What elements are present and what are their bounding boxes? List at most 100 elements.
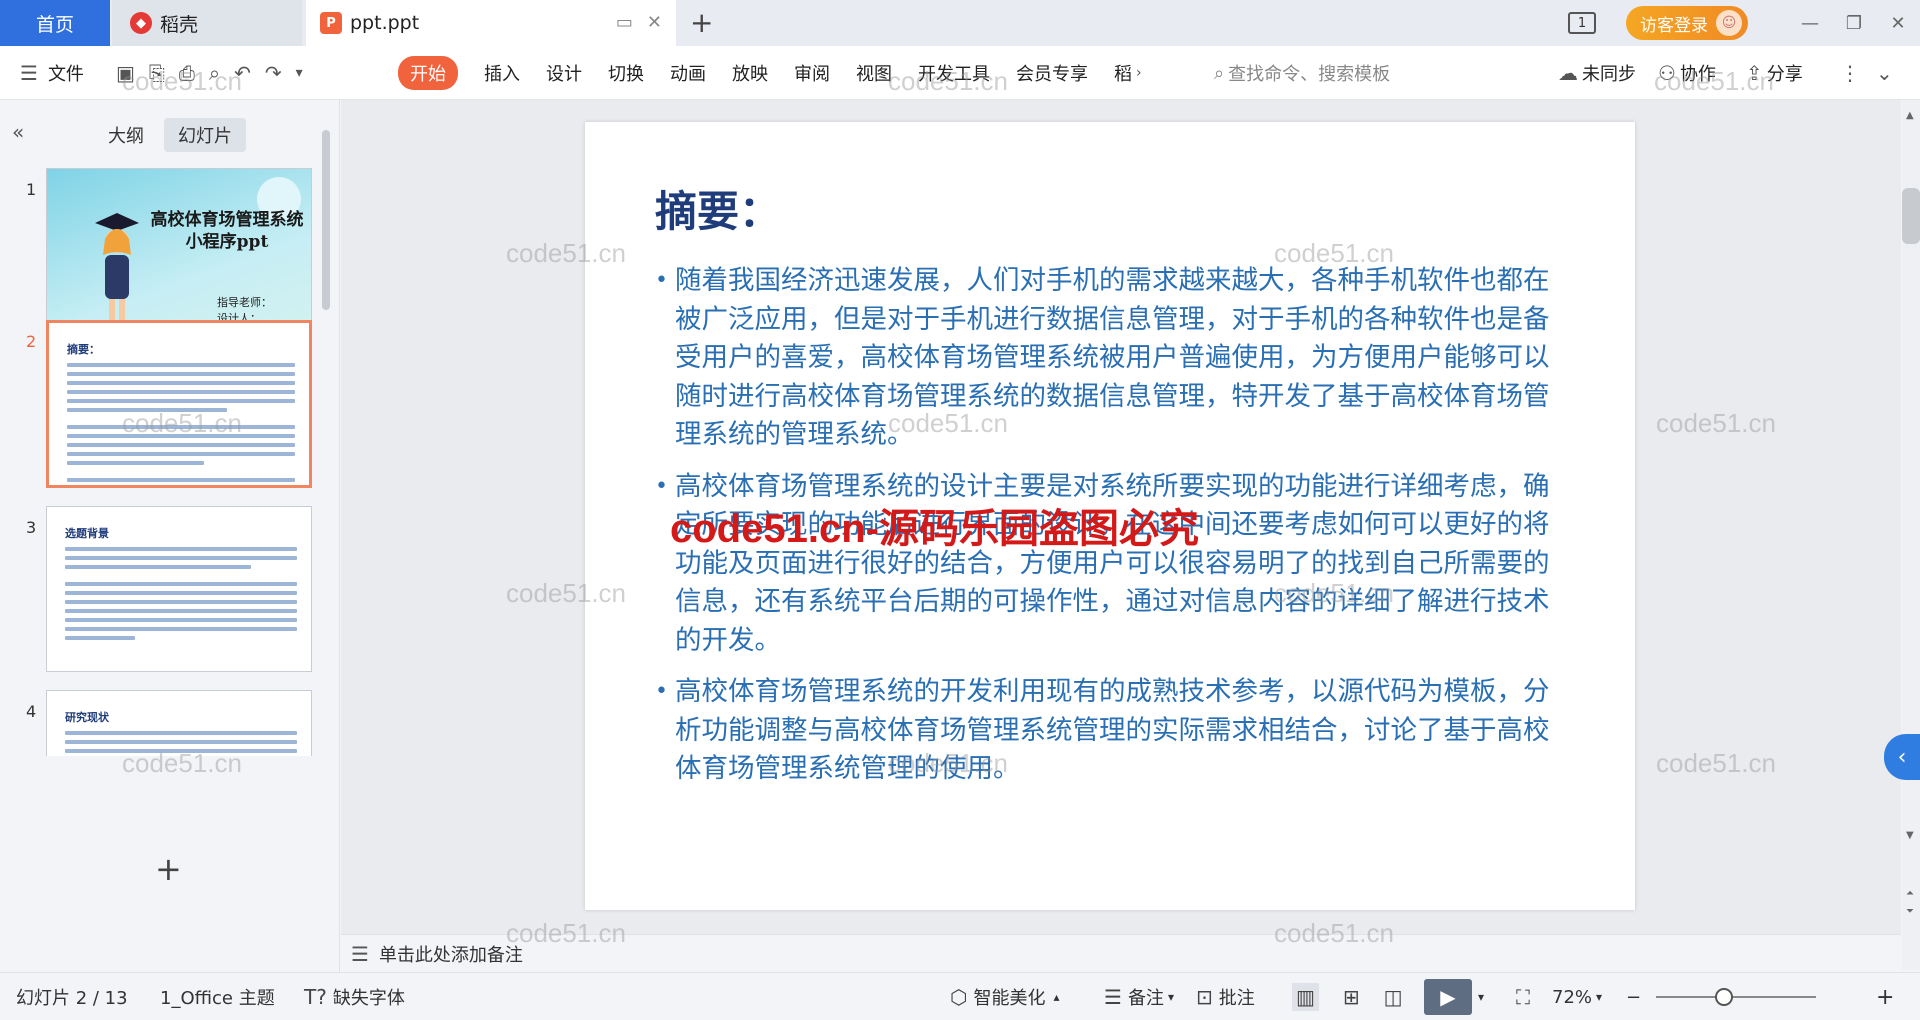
- scrollbar-thumb[interactable]: [1902, 188, 1920, 244]
- reading-view-icon[interactable]: ◫: [1384, 985, 1403, 1009]
- notes-dropdown-icon: ▾: [1167, 990, 1174, 1004]
- scroll-down-icon[interactable]: ▼: [1906, 830, 1914, 841]
- collapse-ribbon-icon[interactable]: ⌄: [1876, 46, 1893, 100]
- quick-access-dropdown-icon[interactable]: ▾: [296, 65, 303, 81]
- notes-toggle-label: 备注: [1127, 988, 1164, 1009]
- print-icon[interactable]: ⎙: [179, 61, 195, 85]
- play-dropdown-icon[interactable]: ▾: [1478, 990, 1484, 1004]
- comment-icon: ⊡: [1196, 985, 1213, 1009]
- avatar-icon: ☺: [1716, 10, 1742, 36]
- slide-title[interactable]: 摘要：: [655, 178, 781, 239]
- menu-tab-docer[interactable]: 稻: [1114, 60, 1132, 86]
- login-button[interactable]: 访客登录 ☺: [1626, 6, 1748, 40]
- play-slideshow-button[interactable]: ▶: [1424, 979, 1472, 1015]
- login-label: 访客登录: [1640, 15, 1708, 36]
- sync-status[interactable]: ☁ 未同步: [1558, 46, 1636, 100]
- zoom-slider[interactable]: [1656, 996, 1816, 998]
- zoom-slider-handle[interactable]: [1715, 988, 1733, 1006]
- undo-icon[interactable]: ↶: [234, 61, 251, 85]
- cloud-icon: ☁: [1558, 61, 1578, 85]
- title-bar: 首页 ◆ 稻壳 P ppt.ppt ▭ ✕ + 1 访客登录 ☺ — ❐ ✕: [0, 0, 1920, 46]
- bullet-item: 随着我国经济迅速发展，人们对手机的需求越来越大，各种手机软件也都在被广泛应用，但…: [655, 262, 1555, 455]
- beautify-label: 智能美化: [973, 988, 1046, 1009]
- notes-list-icon: ☰: [1104, 985, 1122, 1009]
- new-tab-button[interactable]: +: [690, 6, 713, 39]
- panel-scrollbar[interactable]: [322, 130, 330, 310]
- missing-font-button[interactable]: T? 缺失字体: [304, 973, 405, 1020]
- menu-tab-animation[interactable]: 动画: [670, 60, 706, 86]
- thumbnail-text-lines: [65, 547, 297, 645]
- restore-icon[interactable]: ❐: [1832, 13, 1876, 34]
- zoom-in-icon[interactable]: +: [1876, 973, 1894, 1020]
- close-tab-icon[interactable]: ✕: [647, 12, 662, 33]
- notes-toggle-button[interactable]: ☰ 备注 ▾: [1104, 973, 1174, 1020]
- graduate-illustration: [95, 213, 139, 321]
- zoom-out-icon[interactable]: −: [1626, 973, 1641, 1020]
- tab-outline[interactable]: 大纲: [94, 118, 158, 152]
- menu-tab-member[interactable]: 会员专享: [1016, 60, 1088, 86]
- tab-docer[interactable]: ◆ 稻壳: [112, 0, 302, 46]
- slide-counter: 幻灯片 2 / 13: [16, 988, 128, 1009]
- menu-tab-transition[interactable]: 切换: [608, 60, 644, 86]
- slide-thumbnail-2[interactable]: 摘要：: [46, 320, 312, 488]
- menu-tab-developer[interactable]: 开发工具: [918, 60, 990, 86]
- menu-tab-slideshow[interactable]: 放映: [732, 60, 768, 86]
- menu-tab-home[interactable]: 开始: [398, 56, 458, 90]
- bullet-item: 高校体育场管理系统的开发利用现有的成熟技术参考，以源代码为模板，分析功能调整与高…: [655, 673, 1555, 789]
- scroll-up-icon[interactable]: ▲: [1906, 110, 1914, 121]
- tab-document-label: ppt.ppt: [350, 12, 420, 34]
- prev-slide-icon[interactable]: ⏶: [1906, 888, 1914, 899]
- missing-font-label: 缺失字体: [332, 988, 405, 1009]
- export-pdf-icon[interactable]: ⎘: [149, 61, 165, 85]
- play-icon: ▶: [1440, 985, 1456, 1009]
- zoom-level[interactable]: 72% ▾: [1552, 973, 1602, 1020]
- slide-canvas[interactable]: 摘要： 随着我国经济迅速发展，人们对手机的需求越来越大，各种手机软件也都在被广泛…: [585, 122, 1635, 910]
- collaborate-label: 协作: [1679, 64, 1716, 85]
- share-icon: ⇪: [1746, 61, 1763, 85]
- smart-beautify-button[interactable]: ⬡ 智能美化 ▴: [950, 973, 1060, 1020]
- status-bar: 幻灯片 2 / 13 1_Office 主题 T? 缺失字体 ⬡ 智能美化 ▴ …: [0, 972, 1920, 1020]
- comment-button[interactable]: ⊡ 批注: [1196, 973, 1255, 1020]
- beautify-icon: ⬡: [950, 985, 968, 1009]
- print-preview-icon[interactable]: ⌕: [209, 61, 220, 85]
- menu-tab-view[interactable]: 视图: [856, 60, 892, 86]
- save-icon[interactable]: ▣: [116, 61, 135, 85]
- minimize-icon[interactable]: —: [1788, 13, 1832, 34]
- menu-tabs: 开始 插入 设计 切换 动画 放映 审阅 视图 开发工具 会员专享 稻 ›: [398, 46, 1142, 100]
- zoom-value: 72%: [1552, 986, 1593, 1008]
- menu-tab-review[interactable]: 审阅: [794, 60, 830, 86]
- workspace-indicator[interactable]: 1: [1568, 12, 1596, 34]
- share-button[interactable]: ⇪ 分享: [1746, 46, 1803, 100]
- slide-sorter-icon[interactable]: ⊞: [1343, 985, 1360, 1009]
- comment-label: 批注: [1218, 988, 1255, 1009]
- search-icon: ⌕: [1214, 62, 1225, 84]
- command-search[interactable]: ⌕ 查找命令、搜索模板: [1214, 46, 1390, 100]
- close-window-icon[interactable]: ✕: [1876, 13, 1920, 34]
- collapse-panel-icon[interactable]: «: [12, 120, 24, 144]
- slide-body[interactable]: 随着我国经济迅速发展，人们对手机的需求越来越大，各种手机软件也都在被广泛应用，但…: [655, 262, 1555, 802]
- bullet-item: 高校体育场管理系统的设计主要是对系统所要实现的功能进行详细考虑，确定所要实现的功…: [655, 468, 1555, 661]
- cover-teacher: 指导老师：: [217, 296, 272, 309]
- fit-window-icon[interactable]: ⛶: [1516, 973, 1536, 1020]
- menu-more-icon[interactable]: ›: [1136, 65, 1142, 81]
- monitor-icon[interactable]: ▭: [616, 12, 633, 33]
- collaborate-button[interactable]: ⚇ 协作: [1658, 46, 1716, 100]
- theme-name[interactable]: 1_Office 主题: [160, 973, 275, 1020]
- more-options-icon[interactable]: ⋮: [1840, 46, 1860, 100]
- tab-document[interactable]: P ppt.ppt ▭ ✕: [306, 0, 676, 46]
- tab-home[interactable]: 首页: [0, 0, 110, 46]
- docer-icon: ◆: [130, 12, 152, 34]
- add-slide-button[interactable]: +: [155, 850, 182, 888]
- menu-tab-design[interactable]: 设计: [546, 60, 582, 86]
- slide-thumbnail-3[interactable]: 选题背景: [46, 506, 312, 672]
- side-panel-toggle-icon[interactable]: ‹: [1884, 734, 1920, 780]
- normal-view-icon[interactable]: ▥: [1292, 983, 1319, 1011]
- file-menu[interactable]: ☰ 文件: [20, 46, 84, 100]
- tab-slides[interactable]: 幻灯片: [164, 118, 246, 152]
- redo-icon[interactable]: ↷: [265, 61, 282, 85]
- notes-bar[interactable]: ☰ 单击此处添加备注: [341, 934, 1901, 972]
- notes-placeholder: 单击此处添加备注: [378, 944, 523, 966]
- next-slide-icon[interactable]: ⏷: [1906, 906, 1914, 917]
- menu-tab-insert[interactable]: 插入: [484, 60, 520, 86]
- slide-thumbnail-4[interactable]: 研究现状: [46, 690, 312, 756]
